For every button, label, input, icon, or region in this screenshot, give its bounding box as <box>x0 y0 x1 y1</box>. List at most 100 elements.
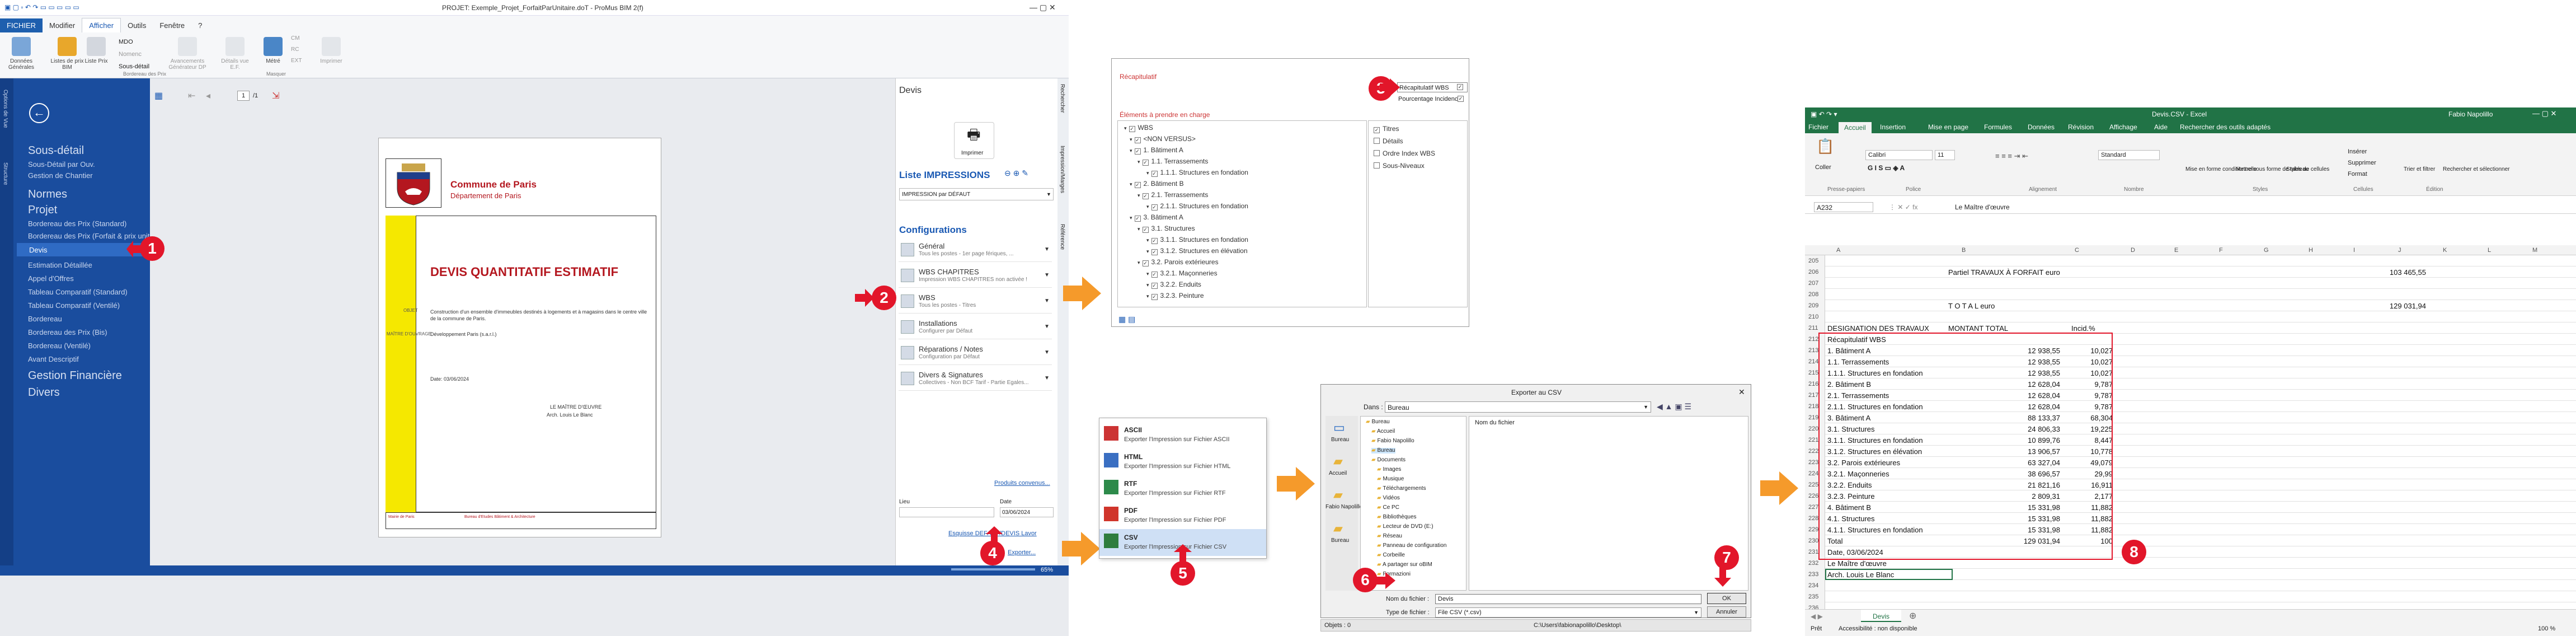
cell-i[interactable]: 129 031,94 <box>2390 302 2426 310</box>
folder-row[interactable]: ▰ Bibliothèques <box>1377 515 1417 520</box>
expand-icon[interactable]: ▾ <box>1130 137 1132 142</box>
expand-icon[interactable]: ▾ <box>1146 293 1149 299</box>
exporter-button[interactable]: Exporter... <box>1008 550 1036 556</box>
tree-row[interactable]: ▾ ✓ 3.2.3. Peinture <box>1146 292 1204 300</box>
folder-row[interactable]: ▰ Bureau <box>1371 448 1395 453</box>
expand-icon[interactable]: ▾ <box>1146 237 1149 243</box>
paste-button[interactable]: Coller <box>1815 165 1831 171</box>
checkbox[interactable]: ✓ <box>1151 171 1158 177</box>
sidebar-item[interactable]: Bordereau <box>28 315 62 323</box>
options-vue-tab[interactable]: Options de Vue <box>2 90 8 128</box>
cell-b[interactable]: T O T A L euro <box>1948 302 1995 310</box>
export-rtf-item[interactable]: RTF Exporter l'Impression sur Fichier RTF <box>1099 475 1266 502</box>
sidebar-item-projet[interactable]: Projet <box>28 204 57 217</box>
tab-formules[interactable]: Formules <box>1984 124 2012 130</box>
tell-me-search[interactable]: Rechercher des outils adaptés <box>2180 124 2271 130</box>
folder-row[interactable]: ▰ Documents <box>1371 457 1405 463</box>
expand-icon[interactable]: ▾ <box>1146 204 1149 209</box>
cell-a[interactable]: DESIGNATION DES TRAVAUX <box>1827 324 1929 333</box>
config-general[interactable]: Général Tous les postes - 1er page fériqu… <box>899 240 1052 262</box>
format-button[interactable]: Format <box>2348 171 2367 177</box>
checkbox[interactable]: ✓ <box>1134 182 1141 188</box>
option-ordre-index[interactable]: Ordre Index WBS <box>1374 149 1435 157</box>
filename-input[interactable]: Devis <box>1435 594 1701 604</box>
folder-row[interactable]: ▰ Images <box>1377 467 1401 473</box>
checkbox[interactable]: ✓ <box>1134 137 1141 143</box>
column-header[interactable]: A <box>1836 247 1840 254</box>
expand-icon[interactable]: ▾ <box>1146 271 1149 277</box>
expand-icon[interactable]: ▾ <box>1130 181 1132 187</box>
folder-row[interactable]: ▰ Vidéos <box>1377 495 1400 501</box>
ok-button[interactable]: OK <box>1707 593 1746 604</box>
pourcentage-option[interactable]: Pourcentage Incidence ✓ <box>1397 95 1468 104</box>
tree-row[interactable]: ▾ ✓ WBS <box>1124 124 1153 132</box>
checkbox[interactable] <box>1374 138 1380 144</box>
tab-insertion[interactable]: Insertion <box>1880 124 1906 130</box>
window-controls[interactable]: — ▢ ✕ <box>1030 3 1056 11</box>
config-installations[interactable]: Installations Configurer par Défaut ▼ <box>899 317 1052 339</box>
tree-row[interactable]: ▾ ✓ 2.1. Terrassements <box>1137 191 1208 199</box>
chevron-down-icon[interactable]: ▼ <box>1044 349 1050 356</box>
tree-row[interactable]: ▾ ✓ 3. Bâtiment A <box>1130 213 1183 222</box>
column-header[interactable]: F <box>2219 247 2223 254</box>
sidebar-item[interactable]: Gestion de Chantier <box>28 171 93 180</box>
checkbox[interactable]: ✓ <box>1129 126 1135 132</box>
column-header[interactable]: G <box>2264 247 2269 254</box>
tree-row[interactable]: ▾ ✓ 1. Bâtiment A <box>1130 146 1183 155</box>
expand-icon[interactable]: ▾ <box>1146 170 1149 176</box>
expand-icon[interactable]: ▾ <box>1137 226 1140 232</box>
tab-reference[interactable]: Référence <box>1059 224 1065 250</box>
sort-filter-button[interactable]: Trier et filtrer <box>2404 167 2435 172</box>
delete-button[interactable]: Supprimer <box>2348 160 2376 166</box>
checkbox[interactable]: ✓ <box>1374 127 1380 133</box>
checkbox[interactable]: ✓ <box>1142 260 1149 266</box>
expand-icon[interactable]: ▾ <box>1146 282 1149 288</box>
sidebar-item-normes[interactable]: Normes <box>28 188 67 201</box>
details-vue-button[interactable]: Détails vue E.F. <box>217 37 253 71</box>
formula-icons[interactable]: ⋮ ✕ ✓ fx <box>1889 204 1917 211</box>
column-header[interactable]: M <box>2532 247 2537 254</box>
checkbox[interactable]: ✓ <box>1142 160 1149 166</box>
avancements-button[interactable]: Avancements Générateur DP <box>162 37 213 71</box>
nav-icons[interactable]: ◀ ▲ ▣ ☰ <box>1657 403 1691 410</box>
recap-wbs-option[interactable]: Récapitulatif WBS ✓ <box>1397 82 1468 92</box>
tab-fenetre[interactable]: Fenêtre <box>153 18 191 32</box>
sidebar-item[interactable]: Estimation Détaillée <box>28 261 92 269</box>
place-user[interactable]: Fabio Napolillo <box>1325 504 1362 510</box>
column-header[interactable]: B <box>1962 247 1966 254</box>
sidebar-item[interactable]: Avant Descriptif <box>28 355 79 363</box>
option-sous-niveaux[interactable]: Sous-Niveaux <box>1374 162 1425 170</box>
cell-styles-button[interactable]: Styles de cellules <box>2286 167 2329 172</box>
imprimer-button[interactable]: 🖶 Imprimer <box>954 122 994 159</box>
row-number[interactable]: 205 <box>1805 255 1825 266</box>
page-view-icon[interactable]: ▦ <box>154 92 163 101</box>
folder-icon[interactable]: ▰ <box>1333 522 1343 535</box>
option-titres[interactable]: ✓ Titres <box>1374 125 1399 133</box>
expand-icon[interactable]: ▾ <box>1146 249 1149 254</box>
desktop-icon[interactable]: ▭ <box>1333 422 1345 434</box>
sidebar-item[interactable]: Bordereau des Prix (Bis) <box>28 328 107 336</box>
cell-b[interactable]: MONTANT TOTAL <box>1948 324 2008 333</box>
row-number[interactable]: 233 <box>1805 569 1825 580</box>
tab-revision[interactable]: Révision <box>2068 124 2094 130</box>
zoom-slider[interactable] <box>951 568 1035 570</box>
tab-help[interactable]: ? <box>191 18 209 32</box>
column-header[interactable]: C <box>2075 247 2079 254</box>
tab-modifier[interactable]: Modifier <box>43 18 82 32</box>
row-number[interactable]: 209 <box>1805 300 1825 311</box>
export-ascii-item[interactable]: ASCII Exporter l'Impression sur Fichier A… <box>1099 422 1266 448</box>
tree-row[interactable]: ▾ ✓ 3.2.1. Maçonneries <box>1146 269 1218 278</box>
row-number[interactable]: 235 <box>1805 591 1825 602</box>
row-number[interactable]: 206 <box>1805 266 1825 278</box>
config-wbs[interactable]: WBS Tous les postes - Titres ▼ <box>899 291 1052 314</box>
tree-row[interactable]: ▾ ✓ 1.1. Terrassements <box>1137 157 1208 166</box>
tab-mise-en-page[interactable]: Mise en page <box>1928 124 1968 130</box>
paste-icon[interactable]: 📋 <box>1816 139 1834 153</box>
chevron-down-icon[interactable]: ▼ <box>1044 272 1050 278</box>
tree-row[interactable]: ▾ ✓ 2.1.1. Structures en fondation <box>1146 202 1248 211</box>
tab-aide[interactable]: Aide <box>2154 124 2168 130</box>
folder-row[interactable]: ▰ Lecteur de DVD (E:) <box>1377 524 1433 530</box>
column-header[interactable]: J <box>2398 247 2401 254</box>
tree-row[interactable]: ▾ ✓ 3.2.2. Enduits <box>1146 280 1201 289</box>
tab-afficher[interactable]: Afficher <box>82 18 121 32</box>
